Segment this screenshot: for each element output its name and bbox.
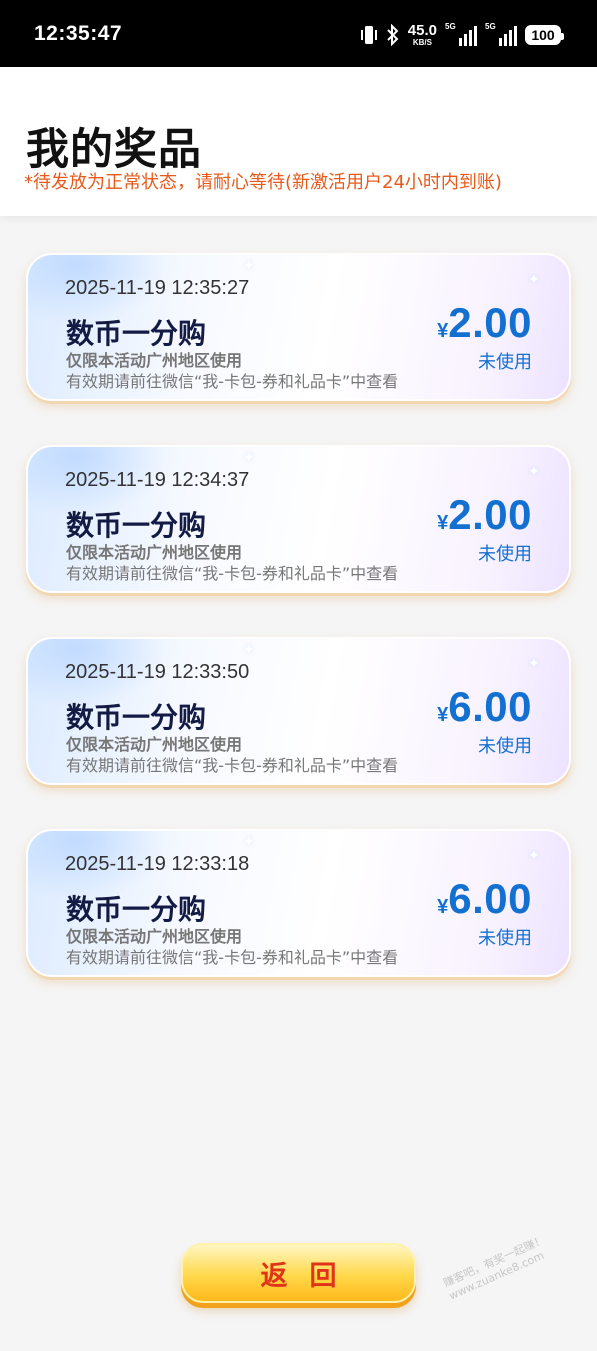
prize-validity: 有效期请前往微信“我-卡包-券和礼品卡”中查看 (66, 756, 399, 775)
sparkle-icon: ✦ (243, 258, 255, 274)
prize-name: 数币一分购 (66, 701, 207, 734)
prize-amount: ¥2.00 (437, 491, 532, 539)
sparkle-icon: ✦ (243, 642, 255, 658)
prize-amount: ¥6.00 (437, 683, 532, 731)
prize-amount: ¥2.00 (437, 299, 532, 347)
sparkle-icon: ✦ (243, 834, 255, 850)
sparkle-icon: ✦ (243, 450, 255, 466)
vibrate-icon (360, 26, 377, 44)
status-bar: 12:35:47 45.0 KB/S 5G 5G 100 (0, 0, 597, 67)
prize-status: 未使用 (478, 928, 532, 949)
prize-card[interactable]: ✦ ✦ 2025-11-19 12:34:37 数币一分购 仅限本活动广州地区使… (26, 445, 571, 593)
sparkle-icon: ✦ (528, 848, 540, 864)
amount-value: 6.00 (448, 683, 532, 730)
prize-date: 2025-11-19 12:34:37 (65, 469, 250, 491)
prize-status: 未使用 (478, 544, 532, 565)
amount-value: 6.00 (448, 875, 532, 922)
signal-label-1: 5G (445, 22, 456, 31)
sparkle-icon: ✦ (528, 656, 540, 672)
prize-card[interactable]: ✦ ✦ 2025-11-19 12:33:50 数币一分购 仅限本活动广州地区使… (26, 637, 571, 785)
prize-date: 2025-11-19 12:33:18 (65, 853, 250, 875)
watermark: 赚客吧，有奖一起赚！ www.zuanke8.com (441, 1225, 592, 1351)
battery-icon: 100 (525, 25, 564, 45)
prize-name: 数币一分购 (66, 509, 207, 542)
prize-validity: 有效期请前往微信“我-卡包-券和礼品卡”中查看 (66, 564, 399, 583)
prize-validity: 有效期请前往微信“我-卡包-券和礼品卡”中查看 (66, 372, 399, 391)
network-speed-value: 45.0 (407, 22, 437, 39)
prize-status: 未使用 (478, 736, 532, 757)
currency-symbol: ¥ (437, 320, 449, 342)
sparkle-icon: ✦ (528, 272, 540, 288)
currency-symbol: ¥ (437, 512, 449, 534)
bluetooth-icon (387, 24, 399, 46)
network-speed: 45.0 KB/S (408, 23, 437, 47)
prize-date: 2025-11-19 12:33:50 (65, 661, 250, 683)
back-button[interactable]: 返回 (181, 1243, 416, 1303)
notice-text: *待发放为正常状态，请耐心等待(新激活用户24小时内到账) (24, 172, 502, 193)
prize-card[interactable]: ✦ ✦ 2025-11-19 12:33:18 数币一分购 仅限本活动广州地区使… (26, 829, 571, 977)
network-speed-unit: KB/S (412, 38, 432, 47)
page-header: 我的奖品 *待发放为正常状态，请耐心等待(新激活用户24小时内到账) (0, 67, 597, 216)
prize-date: 2025-11-19 12:35:27 (65, 277, 250, 299)
prize-name: 数币一分购 (66, 893, 207, 926)
signal-icon-2: 5G (485, 22, 517, 46)
status-icons: 45.0 KB/S 5G 5G 100 (360, 20, 564, 50)
prize-validity: 有效期请前往微信“我-卡包-券和礼品卡”中查看 (66, 948, 399, 967)
amount-value: 2.00 (448, 299, 532, 346)
currency-symbol: ¥ (437, 704, 449, 726)
currency-symbol: ¥ (437, 896, 449, 918)
status-time: 12:35:47 (34, 22, 123, 45)
signal-icon-1: 5G (445, 22, 477, 46)
signal-label-2: 5G (485, 22, 496, 31)
prize-amount: ¥6.00 (437, 875, 532, 923)
prize-name: 数币一分购 (66, 317, 207, 350)
prize-status: 未使用 (478, 352, 532, 373)
sparkle-icon: ✦ (528, 464, 540, 480)
prize-card[interactable]: ✦ ✦ 2025-11-19 12:35:27 数币一分购 仅限本活动广州地区使… (26, 253, 571, 401)
amount-value: 2.00 (448, 491, 532, 538)
